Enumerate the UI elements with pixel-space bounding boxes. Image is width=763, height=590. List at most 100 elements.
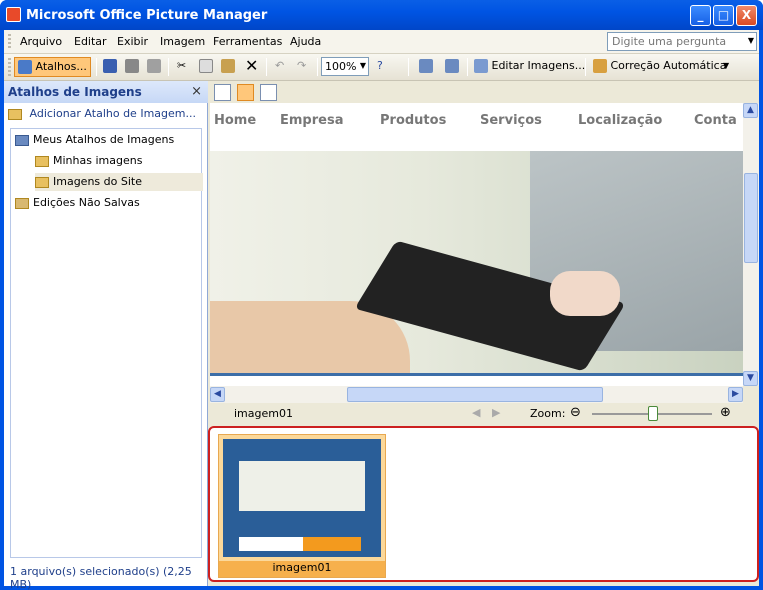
current-filename: imagem01	[234, 407, 293, 420]
save-icon[interactable]	[100, 57, 120, 77]
menu-bar: Arquivo Editar Exibir Imagem Ferramentas…	[4, 30, 759, 54]
zoom-slider-thumb[interactable]	[648, 406, 658, 421]
filmstrip-panel: imagem01	[208, 426, 759, 582]
pane-close-icon[interactable]: ×	[191, 84, 202, 99]
delete-icon[interactable]: ✕	[242, 57, 261, 77]
rotate-left-icon[interactable]	[416, 57, 436, 77]
tree-node-site-images[interactable]: Imagens do Site	[35, 173, 203, 191]
app-window: Microsoft Office Picture Manager _ □ X A…	[0, 0, 763, 590]
tree-node-label: Meus Atalhos de Imagens	[33, 133, 175, 146]
add-shortcut-label: Adicionar Atalho de Imagem...	[29, 107, 196, 120]
auto-correct-button[interactable]: Correção Automática	[590, 57, 729, 77]
tree-node-my-pictures[interactable]: Minhas imagens	[35, 152, 142, 170]
maximize-button[interactable]: □	[713, 5, 734, 26]
tree-node-unsaved-edits[interactable]: Edições Não Salvas	[15, 194, 140, 212]
thumbnail-card[interactable]: imagem01	[218, 434, 386, 578]
client-area: Arquivo Editar Exibir Imagem Ferramentas…	[4, 30, 759, 590]
undo-icon[interactable]: ↶	[272, 57, 287, 77]
zoom-label: Zoom:	[530, 407, 566, 420]
preview-divider	[210, 373, 743, 376]
app-icon	[6, 7, 21, 22]
thumbnail-view-icon[interactable]	[214, 84, 231, 101]
vertical-scroll-thumb[interactable]	[744, 173, 758, 263]
thumbnail-image	[223, 439, 381, 557]
ask-question-box[interactable]: Digite uma pergunta ▼	[607, 32, 757, 51]
tree-node-label: Edições Não Salvas	[33, 196, 140, 209]
image-info-bar: imagem01 ◀ ▶ Zoom: ⊖ ⊕	[208, 403, 759, 425]
paste-icon[interactable]	[218, 57, 238, 77]
menu-imagem[interactable]: Imagem	[160, 35, 205, 48]
single-picture-view-icon[interactable]	[260, 84, 277, 101]
toolbar-separator	[168, 58, 169, 76]
folder-icon	[35, 155, 49, 167]
menu-exibir[interactable]: Exibir	[117, 35, 148, 48]
toolbar-separator	[585, 58, 586, 76]
view-mode-bar	[208, 81, 759, 103]
tree-node-my-shortcuts[interactable]: Meus Atalhos de Imagens	[15, 131, 174, 149]
chevron-down-icon[interactable]: ▼	[360, 61, 366, 70]
zoom-select[interactable]: 100% ▼	[321, 57, 369, 76]
shortcuts-folder-icon	[15, 134, 29, 146]
nav-localizacao: Localização	[578, 113, 663, 128]
copy-icon[interactable]	[196, 57, 216, 77]
horizontal-scrollbar[interactable]: ◀ ▶	[210, 386, 743, 403]
scroll-right-icon[interactable]: ▶	[728, 387, 743, 402]
email-icon[interactable]	[144, 57, 164, 77]
scroll-up-icon[interactable]: ▲	[743, 103, 758, 118]
toolbar: Atalhos... ✂ ✕ ↶ ↷ 100% ▼ ? Editar Image…	[4, 54, 759, 81]
nav-conta: Conta	[694, 113, 737, 128]
unsaved-icon	[15, 197, 29, 209]
menu-ferramentas[interactable]: Ferramentas	[213, 35, 282, 48]
menu-arquivo[interactable]: Arquivo	[20, 35, 62, 48]
menu-editar[interactable]: Editar	[74, 35, 107, 48]
preview-photo	[210, 151, 743, 373]
thumbnail-orange-block	[303, 537, 361, 551]
ask-question-placeholder: Digite uma pergunta	[612, 35, 727, 48]
minimize-button[interactable]: _	[690, 5, 711, 26]
scroll-left-icon[interactable]: ◀	[210, 387, 225, 402]
folder-icon	[35, 176, 49, 188]
print-icon[interactable]	[122, 57, 142, 77]
filmstrip-view-icon[interactable]	[237, 84, 254, 101]
help-icon[interactable]: ?	[374, 57, 386, 77]
toolbar-options-icon[interactable]: ▼	[720, 57, 732, 77]
edit-images-button[interactable]: Editar Imagens...	[471, 57, 588, 77]
photo-hand	[550, 271, 620, 316]
next-image-icon[interactable]: ▶	[492, 406, 500, 419]
thumbnail-white-block	[239, 537, 303, 551]
scroll-down-icon[interactable]: ▼	[743, 371, 758, 386]
cut-icon[interactable]: ✂	[174, 57, 189, 77]
toolbar-grip[interactable]	[8, 58, 11, 76]
image-preview[interactable]: Home Empresa Produtos Serviços Localizaç…	[210, 103, 743, 386]
zoom-out-icon[interactable]: ⊖	[570, 405, 581, 420]
close-button[interactable]: X	[736, 5, 757, 26]
shortcuts-icon	[18, 60, 32, 74]
previous-image-icon[interactable]: ◀	[472, 406, 480, 419]
shortcuts-button[interactable]: Atalhos...	[14, 57, 91, 77]
rotate-right-icon[interactable]	[442, 57, 462, 77]
pane-header: Atalhos de Imagens ×	[4, 81, 208, 103]
shortcuts-label: Atalhos...	[35, 60, 87, 73]
toolbar-separator	[317, 58, 318, 76]
edit-images-label: Editar Imagens...	[491, 59, 586, 72]
status-text: 1 arquivo(s) selecionado(s) (2,25 MB)	[10, 565, 192, 590]
tree-node-label: Minhas imagens	[53, 154, 143, 167]
thumbnail-photo	[239, 461, 365, 511]
nav-empresa: Empresa	[280, 113, 344, 128]
tree-node-label: Imagens do Site	[53, 175, 142, 188]
nav-produtos: Produtos	[380, 113, 447, 128]
redo-icon[interactable]: ↷	[294, 57, 309, 77]
zoom-in-icon[interactable]: ⊕	[720, 405, 731, 420]
chevron-down-icon[interactable]: ▼	[748, 36, 754, 45]
menu-ajuda[interactable]: Ajuda	[290, 35, 321, 48]
horizontal-scroll-thumb[interactable]	[347, 387, 603, 402]
toolbar-separator	[96, 58, 97, 76]
vertical-scrollbar[interactable]: ▲ ▼	[743, 103, 759, 386]
title-bar[interactable]: Microsoft Office Picture Manager _ □ X	[0, 0, 763, 30]
add-shortcut-link[interactable]: Adicionar Atalho de Imagem...	[8, 107, 204, 125]
shortcuts-pane: Atalhos de Imagens × Adicionar Atalho de…	[4, 81, 208, 590]
menu-grip[interactable]	[8, 34, 11, 50]
window-title: Microsoft Office Picture Manager	[26, 8, 268, 23]
nav-servicos: Serviços	[480, 113, 542, 128]
toolbar-separator	[467, 58, 468, 76]
